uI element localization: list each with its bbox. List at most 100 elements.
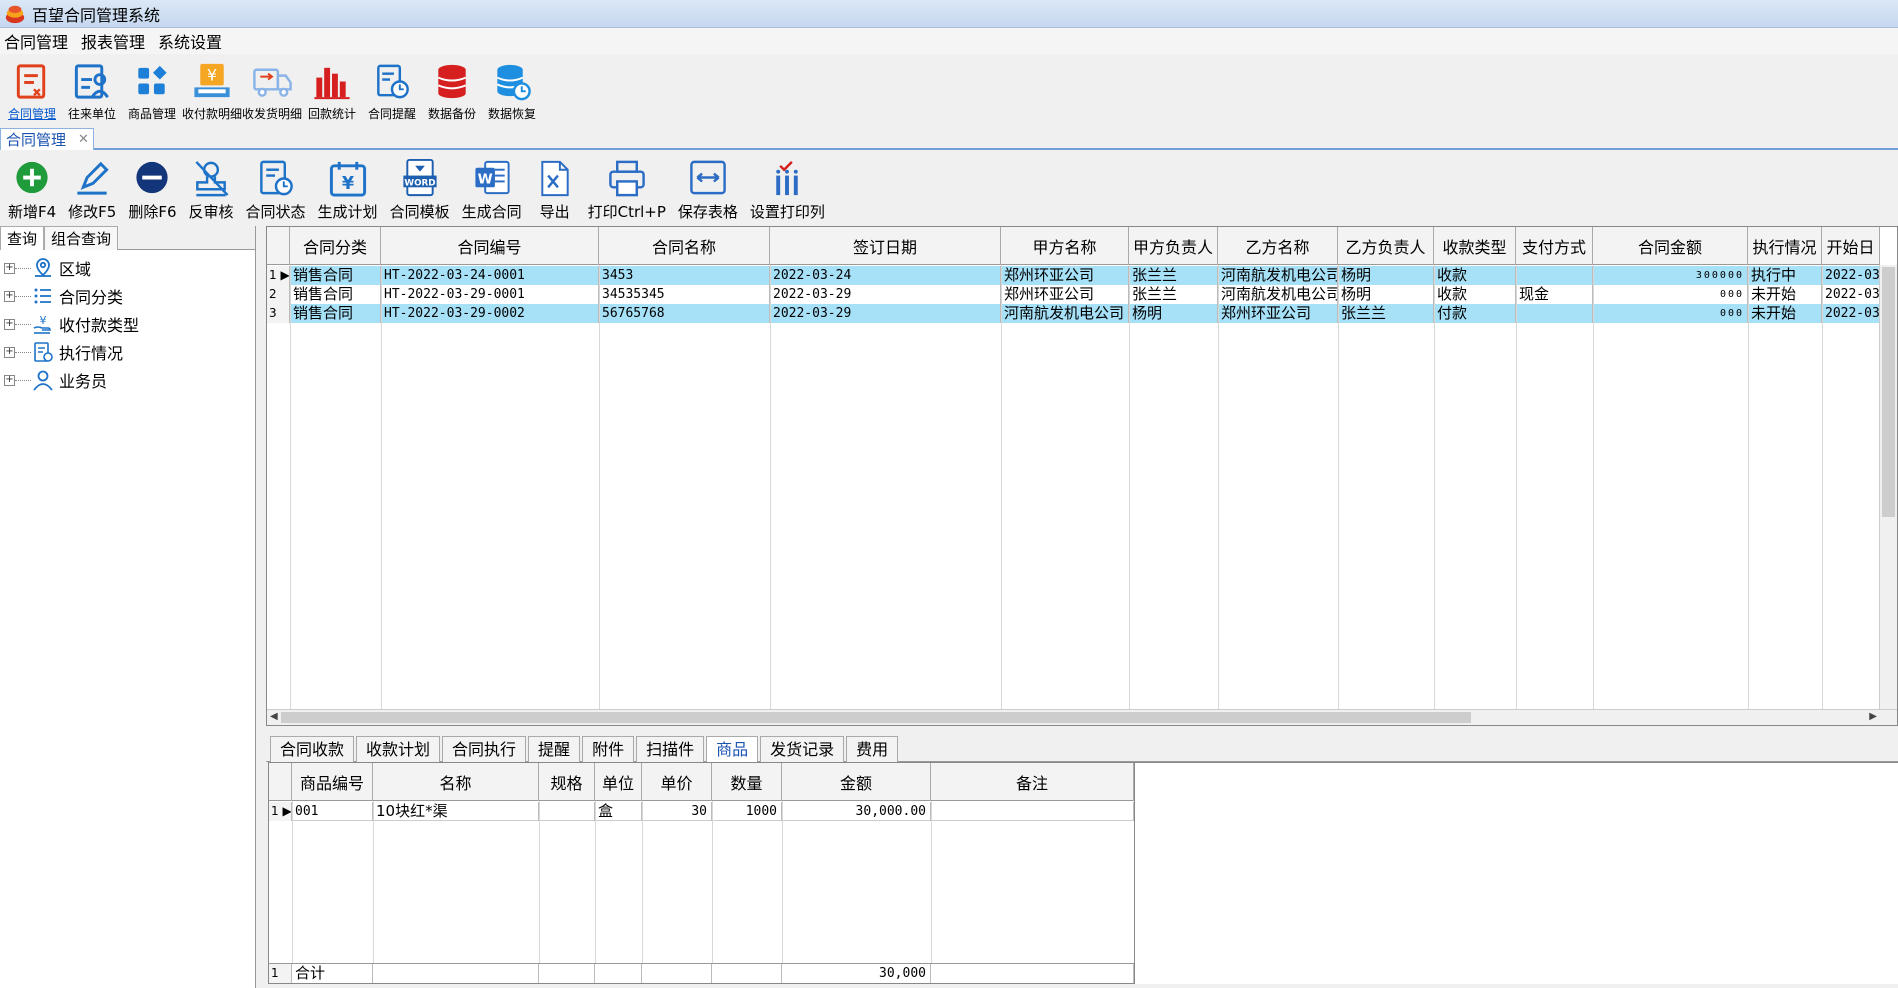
contract-management-button[interactable]: 合同管理 [2,56,62,122]
close-icon[interactable]: ✕ [78,132,89,147]
col-header[interactable]: 乙方负责人 [1338,227,1434,265]
cell-party-a-contact[interactable]: 张兰兰 [1129,285,1218,304]
collection-stats-button[interactable]: 回款统计 [302,56,362,122]
cell-party-b[interactable]: 河南航发机电公司 [1218,266,1338,285]
cell-pay-method[interactable]: 现金 [1516,285,1593,304]
cell-contract-no[interactable]: HT-2022-03-29-0001 [381,285,599,304]
cell-category[interactable]: 销售合同 [290,285,381,304]
col-header[interactable]: 规格 [539,763,595,801]
col-header[interactable]: 签订日期 [770,227,1001,265]
scroll-thumb[interactable] [281,712,1471,723]
tab-attachment[interactable]: 附件 [582,736,635,762]
expand-icon[interactable]: + [4,262,15,274]
tab-query[interactable]: 查询 [0,226,45,250]
cell-start-date[interactable]: 2022-03 [1822,304,1880,323]
cell-contract-name[interactable]: 34535345 [599,285,770,304]
menu-report[interactable]: 报表管理 [77,29,154,53]
table-row[interactable]: 1 ▶ 001 10块红*渠 盒 30 1000 30,000.00 [269,802,1134,821]
tree-item-contract-category[interactable]: + 合同分类 [0,282,255,310]
col-header[interactable]: 乙方名称 [1218,227,1338,265]
col-header[interactable]: 备注 [931,763,1134,801]
cell-sign-date[interactable]: 2022-03-24 [770,266,1001,285]
col-header[interactable]: 执行情况 [1748,227,1822,265]
payment-detail-button[interactable]: ¥ 收付款明细 [182,56,242,122]
cell-pay-method[interactable] [1516,304,1593,323]
table-row[interactable]: 3 销售合同 HT-2022-03-29-0002 56765768 2022-… [267,304,1880,323]
delivery-detail-button[interactable]: 收发货明细 [242,56,302,122]
cell-unit-price[interactable]: 30 [642,802,712,821]
save-layout-button[interactable]: 保存表格 [678,152,738,222]
cell-party-a[interactable]: 河南航发机电公司 [1001,304,1129,323]
horizontal-splitter[interactable] [266,726,1898,736]
table-row[interactable]: 1 ▶ 销售合同 HT-2022-03-24-0001 3453 2022-03… [267,266,1880,285]
cell-amount[interactable]: 000 [1593,285,1748,304]
contracts-vertical-scrollbar[interactable] [1879,265,1897,711]
cell-party-b-contact[interactable]: 张兰兰 [1338,304,1434,323]
tab-combined-query[interactable]: 组合查询 [44,226,119,250]
print-button[interactable]: 打印Ctrl+P [588,152,666,222]
expand-icon[interactable]: + [4,290,15,302]
cell-start-date[interactable]: 2022-03 [1822,266,1880,285]
partner-button[interactable]: 往来单位 [62,56,122,122]
cell-execution[interactable]: 执行中 [1748,266,1822,285]
contract-reminder-button[interactable]: 合同提醒 [362,56,422,122]
col-header[interactable]: 合同名称 [599,227,770,265]
cell-category[interactable]: 销售合同 [290,266,381,285]
col-header[interactable]: 甲方名称 [1001,227,1129,265]
tab-delivery-record[interactable]: 发货记录 [760,736,845,762]
scroll-thumb[interactable] [1882,267,1895,517]
menu-contract[interactable]: 合同管理 [0,29,77,53]
cell-contract-no[interactable]: HT-2022-03-24-0001 [381,266,599,285]
tree-item-payment-type[interactable]: + ¥ 收付款类型 [0,310,255,338]
tab-receipt-plan[interactable]: 收款计划 [356,736,441,762]
menu-settings[interactable]: 系统设置 [154,29,231,53]
expand-icon[interactable]: + [4,318,15,330]
col-header[interactable]: 开始日 [1822,227,1880,265]
print-columns-button[interactable]: 设置打印列 [750,152,825,222]
generate-contract-button[interactable]: W 生成合同 [462,152,522,222]
col-header[interactable]: 合同金额 [1593,227,1748,265]
cell-unit[interactable]: 盒 [595,802,642,821]
cell-contract-name[interactable]: 3453 [599,266,770,285]
cell-party-a-contact[interactable]: 杨明 [1129,304,1218,323]
delete-button[interactable]: 删除F6 [128,152,177,222]
col-header[interactable]: 合同分类 [290,227,381,265]
cell-party-b[interactable]: 郑州环亚公司 [1218,304,1338,323]
col-header[interactable]: 名称 [373,763,539,801]
cell-amount[interactable]: 30,000.00 [782,802,931,821]
cell-party-a[interactable]: 郑州环亚公司 [1001,266,1129,285]
col-header[interactable]: 单价 [642,763,712,801]
cell-spec[interactable] [539,802,595,821]
data-restore-button[interactable]: 数据恢复 [482,56,542,122]
cell-category[interactable]: 销售合同 [290,304,381,323]
tab-expense[interactable]: 费用 [846,736,899,762]
tab-contract-receipt[interactable]: 合同收款 [270,736,355,762]
col-header[interactable]: 支付方式 [1516,227,1593,265]
contract-status-button[interactable]: 合同状态 [246,152,306,222]
generate-plan-button[interactable]: ¥ 生成计划 [318,152,378,222]
data-backup-button[interactable]: 数据备份 [422,56,482,122]
cell-execution[interactable]: 未开始 [1748,285,1822,304]
expand-icon[interactable]: + [4,346,15,358]
cell-product-no[interactable]: 001 [292,802,373,821]
cell-payment-type[interactable]: 付款 [1434,304,1516,323]
cell-contract-name[interactable]: 56765768 [599,304,770,323]
contracts-horizontal-scrollbar[interactable]: ◀ ▶ [267,709,1897,725]
cell-party-a-contact[interactable]: 张兰兰 [1129,266,1218,285]
col-header[interactable]: 商品编号 [292,763,373,801]
tree-item-execution[interactable]: + 执行情况 [0,338,255,366]
cell-party-b-contact[interactable]: 杨明 [1338,266,1434,285]
cell-product-name[interactable]: 10块红*渠 [373,802,539,821]
cell-party-a[interactable]: 郑州环亚公司 [1001,285,1129,304]
tab-reminder[interactable]: 提醒 [528,736,581,762]
tab-products[interactable]: 商品 [706,736,759,762]
cell-remark[interactable] [931,802,1134,821]
col-header[interactable]: 收款类型 [1434,227,1516,265]
scroll-left-icon[interactable]: ◀ [270,711,278,722]
col-header[interactable]: 甲方负责人 [1129,227,1218,265]
tab-contract-execution[interactable]: 合同执行 [442,736,527,762]
cell-amount[interactable]: 300000 [1593,266,1748,285]
col-header[interactable]: 金额 [782,763,931,801]
add-button[interactable]: 新增F4 [8,152,56,222]
cell-amount[interactable]: 000 [1593,304,1748,323]
